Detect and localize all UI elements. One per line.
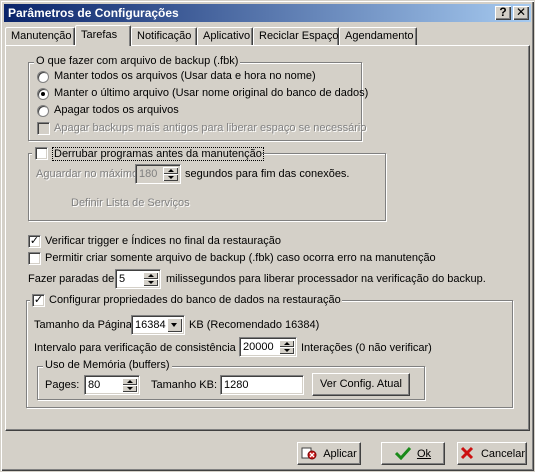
allow-backup-only-label: Permitir criar somente arquivo de backup… <box>45 252 436 264</box>
tab-notificacao[interactable]: Notificação <box>131 27 197 45</box>
ok-button[interactable]: Ok <box>381 442 445 465</box>
kill-programs-group <box>28 153 386 221</box>
pause-suffix: milissegundos para liberar processador n… <box>166 273 486 285</box>
spin-down-icon[interactable] <box>143 279 158 286</box>
checkbox-db-properties[interactable]: ✓ <box>32 294 45 307</box>
page-size-select[interactable]: 16384 <box>131 315 185 335</box>
close-button[interactable]: ✕ <box>513 6 529 20</box>
memory-group-legend: Uso de Memória (buffers) <box>43 359 172 371</box>
pages-label: Pages: <box>45 379 80 391</box>
wait-seconds-input[interactable]: 180 <box>135 164 181 184</box>
size-kb-value: 1280 <box>224 379 249 391</box>
wait-seconds-value: 180 <box>139 168 158 180</box>
chevron-down-icon[interactable] <box>167 318 182 332</box>
interval-suffix: Interações (0 não verificar) <box>301 342 432 354</box>
radio-keep-all-label: Manter todos os arquivos (Usar data e ho… <box>54 70 316 82</box>
wait-seconds-spinner[interactable] <box>163 167 178 181</box>
tab-agendamento[interactable]: Agendamento <box>339 27 417 45</box>
kill-programs-label: Derrubar programas antes da manutenção <box>52 147 264 161</box>
interval-spinner[interactable] <box>279 340 294 354</box>
spin-up-icon[interactable] <box>279 340 294 347</box>
pages-spinner[interactable] <box>122 378 137 392</box>
apply-icon <box>301 446 317 460</box>
delete-old-backups-label: Apagar backups mais antigos para liberar… <box>54 122 367 134</box>
window-title: Parâmetros de Configurações <box>8 6 179 20</box>
verify-trigger-label: Verificar trigger e Índices no final da … <box>45 235 282 247</box>
pause-ms-input[interactable]: 5 <box>115 269 161 289</box>
page-size-label: Tamanho da Página <box>34 319 132 331</box>
spin-down-icon[interactable] <box>279 347 294 354</box>
pause-ms-value: 5 <box>119 273 126 285</box>
pause-ms-spinner[interactable] <box>143 272 158 286</box>
page-size-value: 16384 <box>135 319 166 331</box>
radio-delete-all[interactable] <box>37 105 49 117</box>
wait-seconds-suffix: segundos para fim das conexões. <box>185 168 350 180</box>
define-services-link[interactable]: Definir Lista de Serviços <box>71 197 190 209</box>
wait-max-label: Aguardar no máximo <box>36 168 139 180</box>
radio-delete-all-label: Apagar todos os arquivos <box>54 104 179 116</box>
ok-label: Ok <box>416 447 432 460</box>
cancel-x-icon <box>459 446 475 460</box>
tab-manutencao[interactable]: Manutenção <box>5 27 75 45</box>
checkbox-delete-old-backups[interactable] <box>37 122 50 135</box>
tab-tarefas[interactable]: Tarefas <box>75 25 131 46</box>
spin-up-icon[interactable] <box>143 272 158 279</box>
page-size-suffix: KB (Recomendado 16384) <box>189 319 320 331</box>
interval-value: 20000 <box>243 341 274 353</box>
apply-label: Aplicar <box>323 447 357 460</box>
pages-value: 80 <box>88 379 101 391</box>
checkbox-kill-programs[interactable] <box>35 147 48 160</box>
spin-up-icon[interactable] <box>122 378 137 385</box>
view-current-config-button[interactable]: Ver Config. Atual <box>312 373 410 396</box>
apply-button[interactable]: Aplicar <box>297 442 361 465</box>
size-kb-input[interactable]: 1280 <box>220 375 304 395</box>
spin-up-icon[interactable] <box>163 167 178 174</box>
tab-reciclar-espaco[interactable]: Reciclar Espaço <box>253 27 339 45</box>
view-current-config-label: Ver Config. Atual <box>320 378 402 390</box>
pause-label: Fazer paradas de <box>28 273 115 285</box>
radio-keep-last-label: Manter o último arquivo (Usar nome origi… <box>54 87 369 99</box>
spin-down-icon[interactable] <box>122 385 137 392</box>
title-bar: Parâmetros de Configurações ? ✕ <box>4 4 531 22</box>
cancel-button[interactable]: Cancelar <box>457 442 527 465</box>
backup-group-legend: O que fazer com arquivo de backup (.fbk) <box>34 55 241 67</box>
interval-input[interactable]: 20000 <box>239 337 297 357</box>
db-properties-label: Configurar propriedades do banco de dado… <box>49 294 341 306</box>
spin-down-icon[interactable] <box>163 174 178 181</box>
checkbox-verify-trigger[interactable]: ✓ <box>28 235 41 248</box>
pages-input[interactable]: 80 <box>84 375 140 395</box>
help-button[interactable]: ? <box>495 6 511 20</box>
tab-aplicativo[interactable]: Aplicativo <box>197 27 253 45</box>
radio-keep-all[interactable] <box>37 71 49 83</box>
interval-label: Intervalo para verificação de consistênc… <box>34 342 236 354</box>
checkbox-allow-backup-only[interactable] <box>28 252 41 265</box>
size-kb-label: Tamanho KB: <box>151 379 218 391</box>
radio-keep-last[interactable] <box>37 88 49 100</box>
checkmark-icon <box>394 446 412 461</box>
settings-dialog: Parâmetros de Configurações ? ✕ Manutenç… <box>0 0 535 472</box>
cancel-label: Cancelar <box>480 447 526 460</box>
